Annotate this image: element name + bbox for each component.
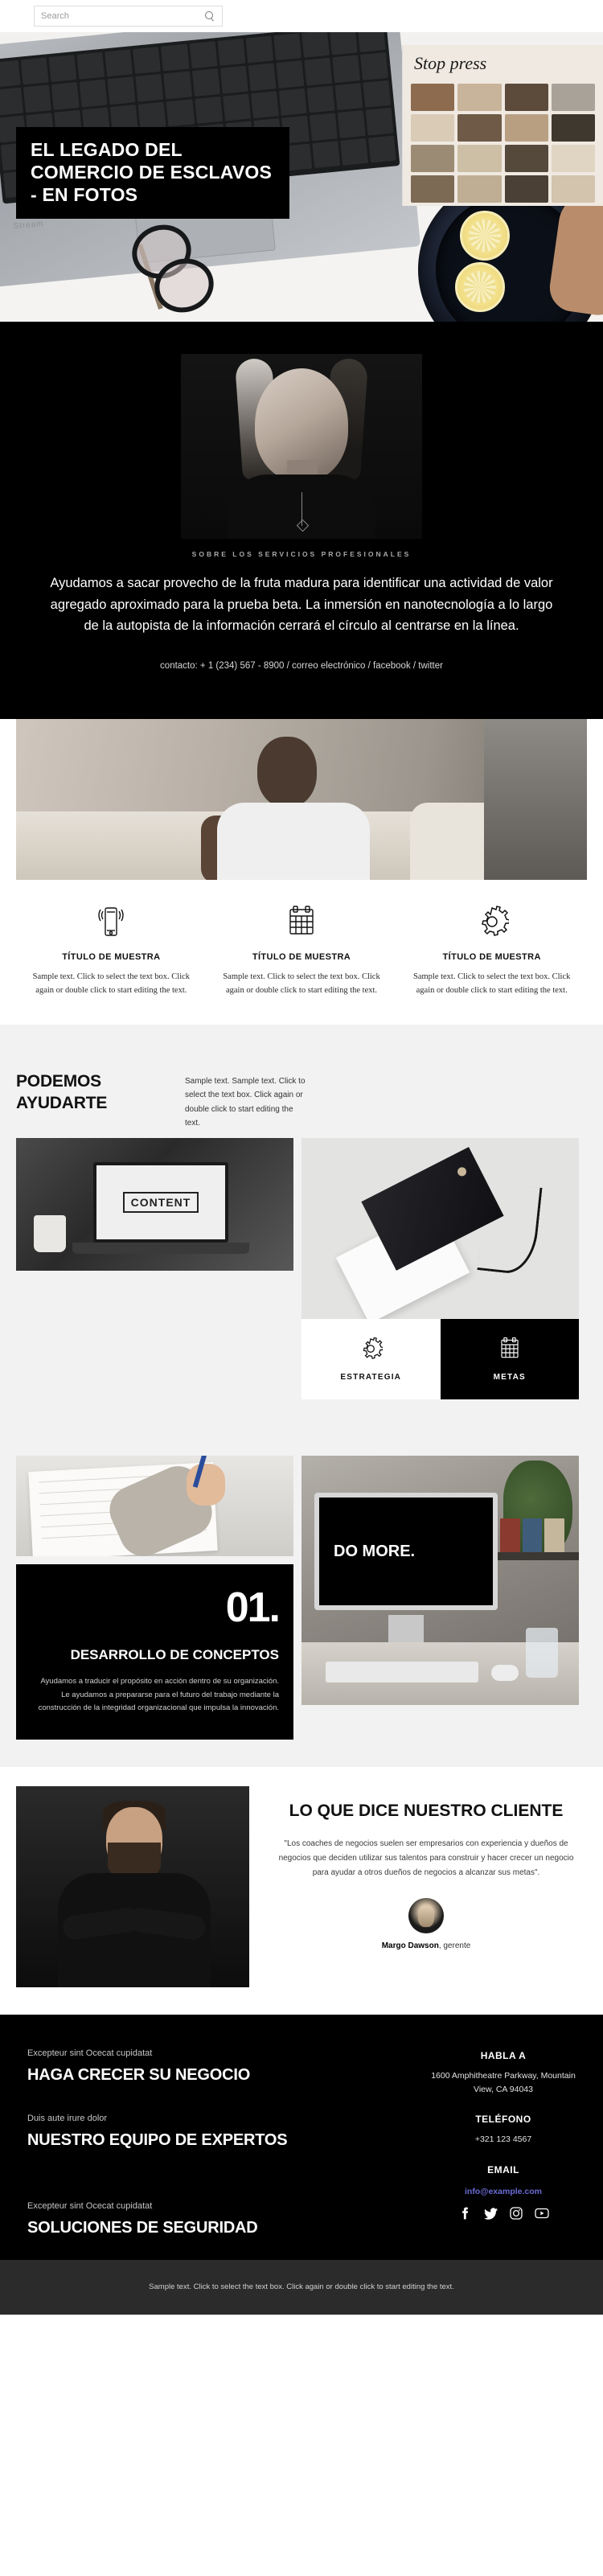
footer-phone-title: TELÉFONO	[475, 2114, 531, 2126]
footer-phone[interactable]: +321 123 4567	[431, 2133, 576, 2147]
tag-mockup-image	[302, 1137, 579, 1319]
page-root: Search Stream Stop press EL LEGADO DEL C…	[0, 0, 603, 2315]
help-card-label: METAS	[493, 1372, 526, 1382]
instagram-icon[interactable]	[509, 2206, 523, 2221]
footer-heading[interactable]: SOLUCIONES DE SEGURIDAD	[27, 2219, 407, 2237]
search-input[interactable]: Search	[34, 6, 223, 27]
footer-heading[interactable]: HAGA CRECER SU NEGOCIO	[27, 2066, 407, 2085]
help-right-column: ESTRATEGIA METAS	[302, 1137, 579, 1399]
footer-block: Duis aute irure dolor NUESTRO EQUIPO DE …	[27, 2114, 407, 2150]
about-lead-text: Ayudamos a sacar provecho de la fruta ma…	[50, 576, 553, 634]
footer-address: 1600 Amphitheatre Parkway, Mountain View…	[431, 2070, 576, 2094]
feature-text: Sample text. Click to select the text bo…	[412, 972, 571, 996]
search-icon[interactable]	[205, 10, 215, 22]
feature-text: Sample text. Click to select the text bo…	[223, 972, 380, 996]
help-card-label: ESTRATEGIA	[340, 1372, 402, 1382]
footer-heading[interactable]: NUESTRO EQUIPO DE EXPERTOS	[27, 2131, 407, 2150]
portrait-image	[181, 354, 422, 539]
author-role: , gerente	[438, 1941, 471, 1950]
testimonial-author: Margo Dawson, gerente	[265, 1941, 587, 1950]
hero-section: Stream Stop press EL LEGADO DEL COMERCIO…	[0, 32, 603, 322]
youtube-icon[interactable]	[535, 2206, 549, 2221]
calendar-icon	[218, 901, 386, 943]
footer-subtitle: Duis aute irure dolor	[27, 2113, 108, 2123]
monitor-text: DO MORE.	[334, 1542, 416, 1560]
feature-card: TÍTULO DE MUESTRA Sample text. Click to …	[396, 901, 587, 997]
about-eyebrow: SOBRE LOS SERVICIOS PROFESIONALES	[191, 550, 412, 558]
footer-section: Excepteur sint Ocecat cupidatat HAGA CRE…	[0, 2014, 603, 2261]
help-heading: PODEMOS AYUDARTE	[16, 1072, 108, 1113]
testimonial-quote: "Los coaches de negocios suelen ser empr…	[278, 1839, 574, 1877]
glasses-graphic	[125, 217, 225, 320]
mobile-signal-icon	[27, 901, 195, 943]
help-text: Sample text. Sample text. Click to selec…	[185, 1077, 306, 1128]
concept-number: 01.	[225, 1584, 281, 1631]
gear-icon	[359, 1337, 384, 1365]
feature-title: TÍTULO DE MUESTRA	[442, 952, 541, 963]
facebook-icon[interactable]	[457, 2206, 472, 2221]
footer-subtitle: Excepteur sint Ocecat cupidatat	[27, 2048, 153, 2058]
hero-title: EL LEGADO DEL COMERCIO DE ESCLAVOS - EN …	[16, 127, 289, 220]
concept-section: 01. DESARROLLO DE CONCEPTOS Ayudamos a t…	[0, 1431, 603, 1767]
sketch-image	[16, 1455, 293, 1556]
concept-text: Ayudamos a traducir el propósito en acci…	[38, 1677, 279, 1713]
concept-heading: DESARROLLO DE CONCEPTOS	[70, 1646, 279, 1662]
testimonial-image	[16, 1785, 249, 1987]
concept-card: 01. DESARROLLO DE CONCEPTOS Ayudamos a t…	[16, 1563, 293, 1740]
laptop-content-image: CONTENT	[16, 1137, 293, 1271]
about-section: SOBRE LOS SERVICIOS PROFESIONALES Ayudam…	[0, 322, 603, 720]
magazine-headline: Stop press	[414, 53, 487, 73]
help-card-metas[interactable]: METAS	[440, 1318, 579, 1399]
footer-email-title: EMAIL	[487, 2164, 519, 2176]
footer-block: Excepteur sint Ocecat cupidatat SOLUCION…	[27, 2201, 407, 2237]
search-bar: Search	[0, 0, 603, 32]
footer-contact: HABLA A 1600 Amphitheatre Parkway, Mount…	[431, 2048, 576, 2198]
help-left-column: CONTENT	[16, 1137, 293, 1271]
author-name: Margo Dawson	[381, 1941, 439, 1950]
footer-subtitle: Excepteur sint Ocecat cupidatat	[27, 2201, 153, 2212]
testimonial-heading: LO QUE DICE NUESTRO CLIENTE	[289, 1801, 564, 1820]
help-card-estrategia[interactable]: ESTRATEGIA	[302, 1318, 441, 1399]
feature-title: TÍTULO DE MUESTRA	[252, 952, 351, 963]
calendar-icon	[498, 1337, 521, 1365]
help-section: PODEMOS AYUDARTE Sample text. Sample tex…	[0, 1025, 603, 1432]
magazine-graphic: Stop press	[402, 45, 603, 206]
lemon-slice	[460, 211, 510, 261]
screen-label: CONTENT	[122, 1191, 199, 1213]
footer-email-link[interactable]: info@example.com	[465, 2187, 542, 2196]
testimonial-section: LO QUE DICE NUESTRO CLIENTE "Los coaches…	[0, 1766, 603, 2015]
search-placeholder: Search	[41, 11, 69, 21]
feature-title: TÍTULO DE MUESTRA	[62, 952, 161, 963]
footer-talk-title: HABLA A	[480, 2049, 527, 2061]
feature-card: TÍTULO DE MUESTRA Sample text. Click to …	[16, 901, 207, 997]
gear-icon	[408, 901, 576, 943]
feature-banner-image	[16, 719, 587, 881]
avatar	[408, 1897, 444, 1933]
feature-text: Sample text. Click to select the text bo…	[32, 972, 191, 996]
lemon-slice	[455, 262, 505, 312]
feature-card: TÍTULO DE MUESTRA Sample text. Click to …	[207, 901, 397, 997]
imac-image: DO MORE.	[302, 1455, 579, 1705]
about-contact-line[interactable]: contacto: + 1 (234) 567 - 8900 / correo …	[0, 661, 603, 671]
footer-block: Excepteur sint Ocecat cupidatat HAGA CRE…	[27, 2048, 407, 2085]
features-section: TÍTULO DE MUESTRA Sample text. Click to …	[0, 719, 603, 1025]
bottom-bar: Sample text. Click to select the text bo…	[0, 2260, 603, 2315]
twitter-icon[interactable]	[483, 2206, 498, 2221]
